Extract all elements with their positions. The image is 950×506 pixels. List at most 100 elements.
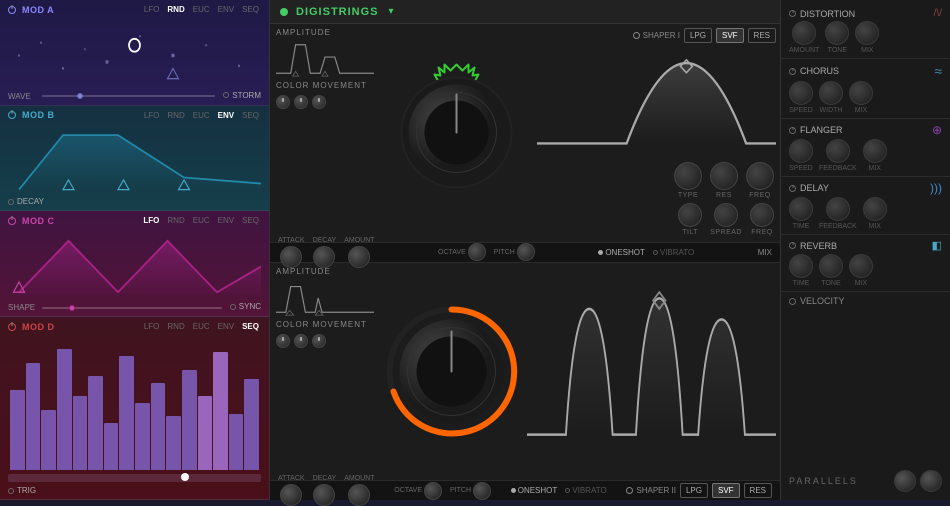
sync-indicator — [230, 304, 236, 310]
shaper1-svf-btn[interactable]: SVF — [716, 28, 744, 43]
master-knob-2[interactable] — [920, 470, 942, 492]
master-knob-1[interactable] — [894, 470, 916, 492]
mod-b-power[interactable] — [8, 111, 16, 119]
shaper2-lpg-btn[interactable]: LPG — [680, 483, 708, 498]
mod-a-power[interactable] — [8, 6, 16, 14]
osc1-vibrato-dot[interactable] — [653, 250, 658, 255]
osc1-oneshot-dot[interactable] — [598, 250, 603, 255]
shaper1-power[interactable] — [633, 32, 640, 39]
mod-b-type-env[interactable]: ENV — [216, 110, 236, 121]
delay-time-knob[interactable] — [789, 197, 813, 221]
mod-b-type-lfo[interactable]: LFO — [142, 110, 162, 121]
distortion-tone-knob[interactable] — [825, 21, 849, 45]
osc2-color-knob-2[interactable] — [294, 334, 308, 348]
mod-c-power[interactable] — [8, 217, 16, 225]
velocity-power[interactable] — [789, 298, 796, 305]
osc2-knob-wrap[interactable] — [384, 304, 519, 439]
delay-mix-knob[interactable] — [863, 197, 887, 221]
mod-d-type-euc[interactable]: EUC — [191, 321, 212, 332]
wave-slider[interactable] — [42, 95, 215, 97]
mod-c-type-seq[interactable]: SEQ — [240, 215, 261, 226]
osc1-tilt-label: TILT — [682, 229, 698, 236]
osc1-tilt-knob[interactable] — [678, 203, 702, 227]
osc1-type-knob[interactable] — [674, 162, 702, 190]
chorus-width-knob[interactable] — [819, 81, 843, 105]
fx-distortion-name: DISTORTION — [789, 9, 855, 19]
fx-reverb-power[interactable] — [789, 242, 796, 249]
shaper1-res-btn[interactable]: RES — [748, 28, 776, 43]
mod-c-type-lfo[interactable]: LFO — [141, 215, 161, 226]
mod-a-type-lfo[interactable]: LFO — [142, 4, 162, 15]
chorus-speed-knob[interactable] — [789, 81, 813, 105]
osc1-spread-knob[interactable] — [714, 203, 738, 227]
osc1-pitch-knob[interactable] — [517, 243, 535, 261]
mod-d-type-env[interactable]: ENV — [216, 321, 236, 332]
osc2-attack-knob[interactable] — [280, 484, 302, 506]
fx-flanger-power[interactable] — [789, 127, 796, 134]
flanger-speed-knob[interactable] — [789, 139, 813, 163]
mod-a-type-env[interactable]: ENV — [216, 4, 236, 15]
reverb-tone-knob[interactable] — [819, 254, 843, 278]
mod-c-type-rnd[interactable]: RND — [165, 215, 186, 226]
osc1-knob-wrap[interactable] — [384, 60, 529, 205]
osc1-main-knob-container[interactable] — [380, 24, 533, 242]
osc1-freq-knob[interactable] — [746, 162, 774, 190]
flanger-feedback-knob[interactable] — [826, 139, 850, 163]
osc2-color-knobs — [276, 334, 374, 348]
shaper1-lpg-btn[interactable]: LPG — [684, 28, 712, 43]
mod-d-type-lfo[interactable]: LFO — [142, 321, 162, 332]
mod-d-type-rnd[interactable]: RND — [165, 321, 186, 332]
chorus-mix-knob[interactable] — [849, 81, 873, 105]
shape-slider[interactable] — [42, 307, 222, 309]
osc2-amplitude-label: AMPLITUDE — [276, 267, 374, 276]
mod-d-type-seq[interactable]: SEQ — [240, 321, 261, 332]
distortion-amount-knob[interactable] — [792, 21, 816, 45]
mod-b-type-seq[interactable]: SEQ — [240, 110, 261, 121]
mod-c-section: MOD C LFO RND EUC ENV SEQ — [0, 211, 269, 317]
reverb-time-knob[interactable] — [789, 254, 813, 278]
osc2-decay-knob[interactable] — [313, 484, 335, 506]
osc1-color-knob-3[interactable] — [312, 95, 326, 109]
reverb-icon: ◧ — [932, 239, 942, 252]
osc1-color-knob-2[interactable] — [294, 95, 308, 109]
osc2-pitch-knob[interactable] — [473, 482, 491, 500]
osc1-octave-wrap: OCTAVE — [438, 243, 486, 261]
osc1-freq-knob-wrap: FREQ — [746, 162, 774, 199]
mod-c-type-env[interactable]: ENV — [216, 215, 236, 226]
osc2-vibrato-dot[interactable] — [565, 488, 570, 493]
osc2-vibrato-wrap: VIBRATO — [565, 486, 606, 495]
fx-distortion-power[interactable] — [789, 10, 796, 17]
osc1-octave-knob[interactable] — [468, 243, 486, 261]
chorus-width-label: WIDTH — [820, 107, 843, 114]
delay-feedback-knob[interactable] — [826, 197, 850, 221]
shaper2-power[interactable] — [626, 487, 633, 494]
shaper2-res-btn[interactable]: RES — [744, 483, 772, 498]
flanger-mix-knob[interactable] — [863, 139, 887, 163]
osc2-color-knob-1[interactable] — [276, 334, 290, 348]
osc1-color-knob-1[interactable] — [276, 95, 290, 109]
mod-b-type-rnd[interactable]: RND — [165, 110, 186, 121]
mod-a-type-rnd[interactable]: RND — [165, 4, 186, 15]
reverb-mix-knob[interactable] — [849, 254, 873, 278]
mod-a-type-seq[interactable]: SEQ — [240, 4, 261, 15]
mod-a-type-euc[interactable]: EUC — [191, 4, 212, 15]
chorus-width-wrap: WIDTH — [819, 81, 843, 114]
preset-arrow[interactable]: ▾ — [389, 6, 394, 17]
osc2-color-knob-3[interactable] — [312, 334, 326, 348]
osc1-res-knob[interactable] — [710, 162, 738, 190]
osc2-main-knob-container[interactable] — [380, 263, 523, 481]
mod-c-type-euc[interactable]: EUC — [191, 215, 212, 226]
distortion-mix-knob[interactable] — [855, 21, 879, 45]
mod-b-type-euc[interactable]: EUC — [191, 110, 212, 121]
osc1-tilt-knob-wrap: TILT — [678, 203, 702, 236]
osc1-freq2-knob[interactable] — [750, 203, 774, 227]
shaper2-svf-btn[interactable]: SVF — [712, 483, 740, 498]
fx-delay-power[interactable] — [789, 185, 796, 192]
osc2-oneshot-dot[interactable] — [511, 488, 516, 493]
fx-chorus-power[interactable] — [789, 68, 796, 75]
mod-d-power[interactable] — [8, 323, 16, 331]
osc2-color-movement-label: COLOR MOVEMENT — [276, 320, 374, 329]
osc2-amount-knob[interactable] — [348, 484, 370, 506]
preset-name[interactable]: DIGISTRINGS — [296, 6, 379, 18]
osc2-octave-knob[interactable] — [424, 482, 442, 500]
